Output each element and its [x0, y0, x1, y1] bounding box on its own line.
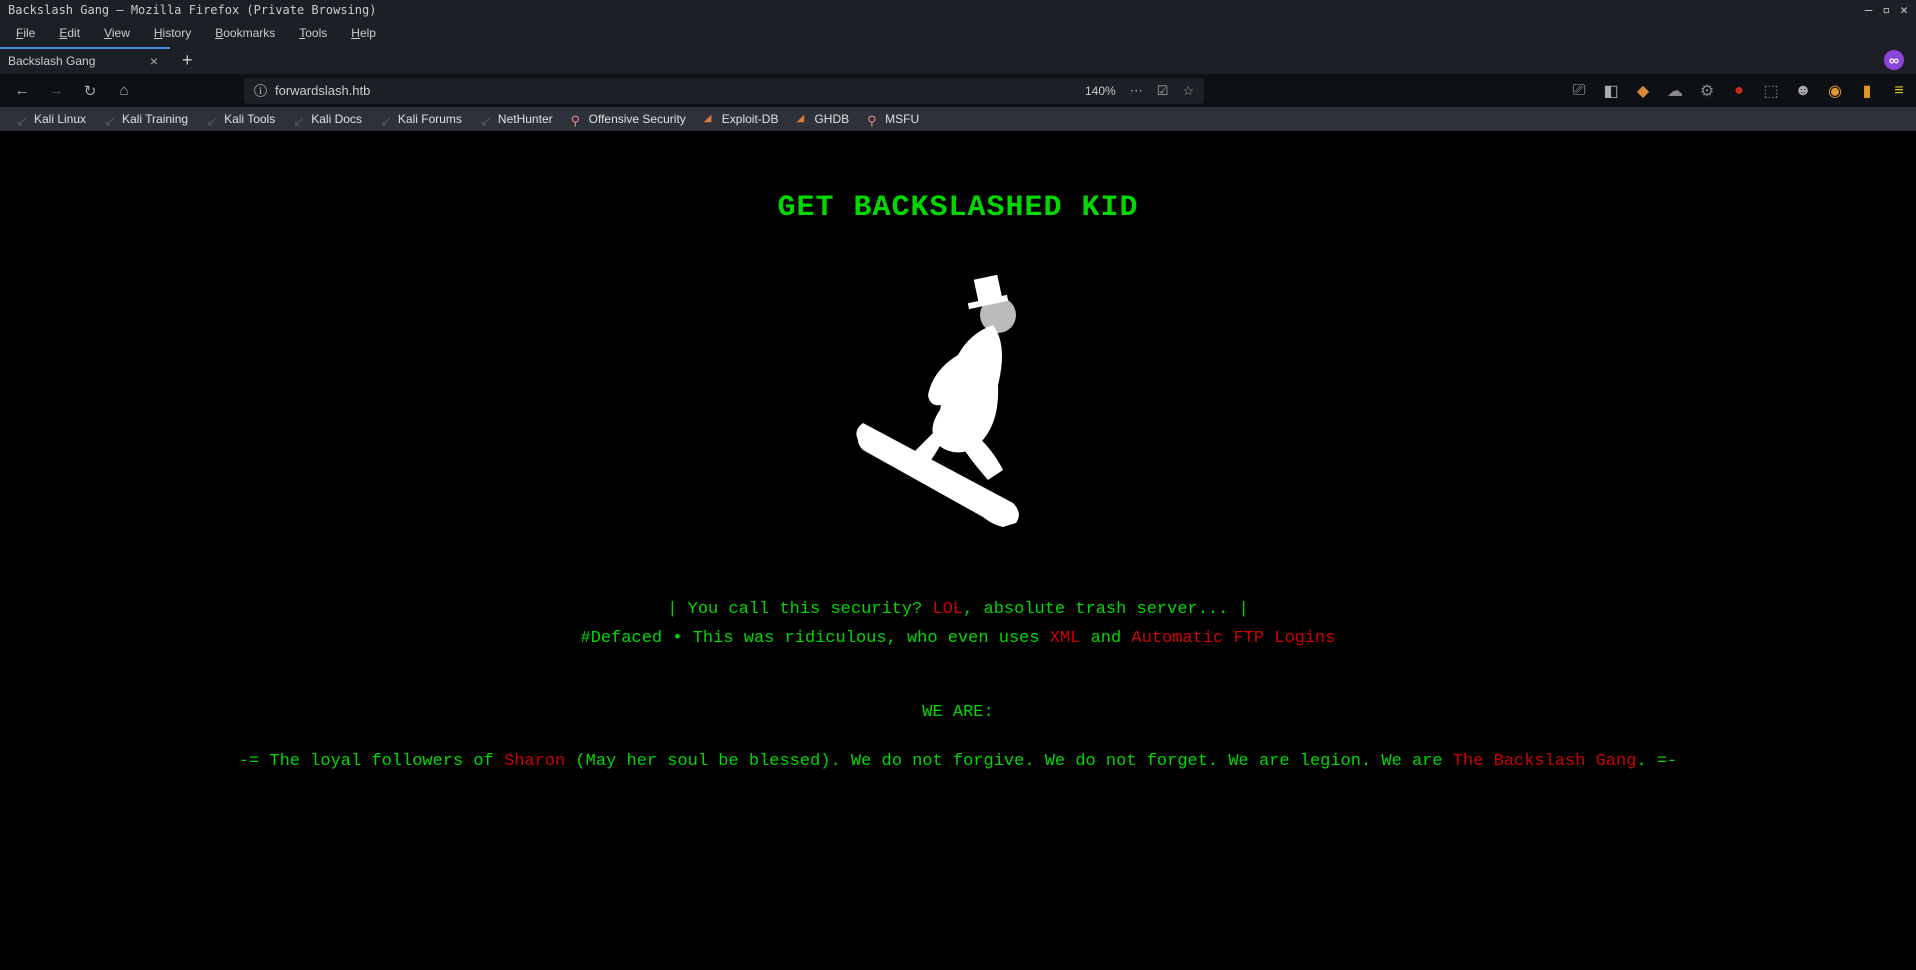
- menu-tools[interactable]: Tools: [289, 22, 337, 44]
- snowboarder-figure: [0, 275, 1916, 540]
- bookmark-nethunter[interactable]: ↘NetHunter: [472, 109, 561, 129]
- ext-icon-6[interactable]: ◉: [1826, 82, 1844, 100]
- ext-icon-7[interactable]: ▮: [1858, 82, 1876, 100]
- tabbar-right: ∞: [1884, 50, 1916, 70]
- url-text: forwardslash.htb: [275, 83, 1085, 98]
- sidebar-icon[interactable]: ◧: [1602, 82, 1620, 100]
- tab-bar: Backslash Gang × + ∞: [0, 46, 1916, 74]
- tab-title: Backslash Gang: [8, 54, 95, 68]
- tab-active[interactable]: Backslash Gang ×: [0, 47, 170, 73]
- bookmark-kali-tools[interactable]: ↘Kali Tools: [198, 109, 283, 129]
- ext-icon-3[interactable]: ⚙: [1698, 82, 1716, 100]
- window-controls: — ▫ ✕: [1865, 3, 1908, 18]
- page-content: GET BACKSLASHED KID | You call this secu…: [0, 131, 1916, 771]
- close-button[interactable]: ✕: [1900, 3, 1908, 18]
- bookmark-kali-linux[interactable]: ↘Kali Linux: [8, 109, 94, 129]
- menu-bar: File Edit View History Bookmarks Tools H…: [0, 20, 1916, 46]
- home-button[interactable]: ⌂: [110, 77, 138, 105]
- taunt-line-2: #Defaced • This was ridiculous, who even…: [0, 629, 1916, 648]
- ext-icon-4[interactable]: ●: [1730, 82, 1748, 100]
- library-icon[interactable]: ⎚: [1570, 82, 1588, 100]
- account-icon[interactable]: ☻: [1794, 82, 1812, 100]
- new-tab-button[interactable]: +: [170, 50, 205, 71]
- maximize-button[interactable]: ▫: [1882, 3, 1890, 18]
- bookmark-kali-training[interactable]: ↘Kali Training: [96, 109, 196, 129]
- menu-help[interactable]: Help: [341, 22, 386, 44]
- bookmark-kali-docs[interactable]: ↘Kali Docs: [285, 109, 370, 129]
- final-line: -= The loyal followers of Sharon (May he…: [0, 752, 1916, 771]
- menu-view[interactable]: View: [94, 22, 140, 44]
- url-bar[interactable]: i forwardslash.htb 140% ⋯ ☑ ☆: [244, 78, 1204, 104]
- minimize-button[interactable]: —: [1865, 3, 1873, 18]
- bookmark-offensive-security[interactable]: ⚲Offensive Security: [563, 109, 694, 129]
- forward-button[interactable]: →: [42, 77, 70, 105]
- menu-file[interactable]: File: [6, 22, 45, 44]
- zoom-level[interactable]: 140%: [1085, 84, 1116, 98]
- reload-button[interactable]: ↻: [76, 77, 104, 105]
- snowboarder-icon: [848, 275, 1068, 535]
- bookmark-kali-forums[interactable]: ↘Kali Forums: [372, 109, 470, 129]
- ext-icon-5[interactable]: ⬚: [1762, 82, 1780, 100]
- window-title: Backslash Gang – Mozilla Firefox (Privat…: [8, 3, 376, 17]
- back-button[interactable]: ←: [8, 77, 36, 105]
- reader-icon[interactable]: ☑: [1157, 83, 1169, 99]
- page-headline: GET BACKSLASHED KID: [0, 191, 1916, 225]
- bookmark-msfu[interactable]: ⚲MSFU: [859, 109, 927, 129]
- ext-icon-1[interactable]: ◆: [1634, 82, 1652, 100]
- bookmarks-toolbar: ↘Kali Linux ↘Kali Training ↘Kali Tools ↘…: [0, 107, 1916, 131]
- menu-edit[interactable]: Edit: [49, 22, 90, 44]
- private-browsing-icon: ∞: [1884, 50, 1904, 70]
- navigation-toolbar: ← → ↻ ⌂ i forwardslash.htb 140% ⋯ ☑ ☆ ⎚ …: [0, 74, 1916, 107]
- bookmark-ghdb[interactable]: ◢GHDB: [788, 109, 857, 129]
- menu-bookmarks[interactable]: Bookmarks: [205, 22, 285, 44]
- bookmark-star-icon[interactable]: ☆: [1182, 83, 1194, 99]
- we-are-label: WE ARE:: [0, 703, 1916, 722]
- bookmark-exploit-db[interactable]: ◢Exploit-DB: [696, 109, 787, 129]
- hamburger-menu-icon[interactable]: ≡: [1890, 82, 1908, 100]
- taunt-line-1: | You call this security? LOL, absolute …: [0, 600, 1916, 619]
- ext-icon-2[interactable]: ☁: [1666, 82, 1684, 100]
- page-actions-icon[interactable]: ⋯: [1130, 83, 1143, 99]
- tab-close-button[interactable]: ×: [146, 53, 162, 69]
- toolbar-right-icons: ⎚ ◧ ◆ ☁ ⚙ ● ⬚ ☻ ◉ ▮ ≡: [1540, 82, 1908, 100]
- menu-history[interactable]: History: [144, 22, 201, 44]
- window-titlebar: Backslash Gang – Mozilla Firefox (Privat…: [0, 0, 1916, 20]
- info-icon[interactable]: i: [254, 84, 267, 97]
